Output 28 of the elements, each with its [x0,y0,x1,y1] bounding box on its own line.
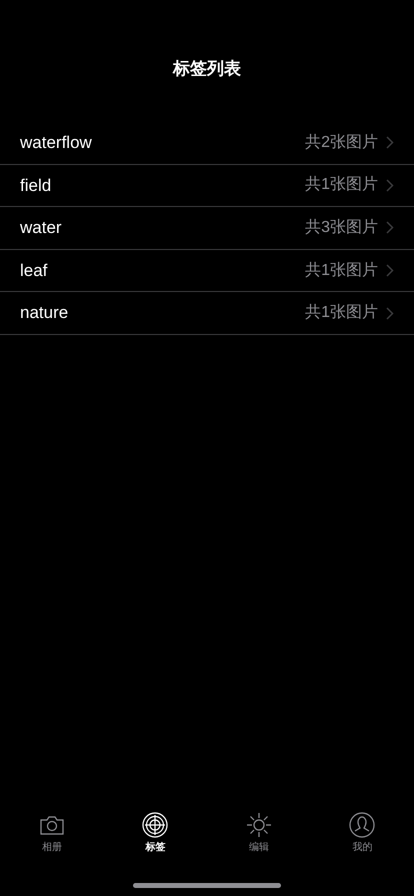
tag-row[interactable]: field 共1张图片 [0,164,414,208]
tag-name: waterflow [20,132,93,154]
tag-name: leaf [20,260,48,282]
tab-item[interactable]: 我的 [310,812,414,855]
chevron-icon [386,306,394,320]
image-count: 共1张图片 [305,174,378,196]
tag-row[interactable]: leaf 共1张图片 [0,250,414,292]
target-icon [142,812,168,838]
tab-item[interactable]: 相册 [0,812,104,855]
tag-row[interactable]: water 共3张图片 [0,207,414,250]
person-icon [349,812,376,838]
chevron-icon [386,178,394,192]
image-count: 共1张图片 [305,302,378,324]
tab-item[interactable]: 标签 [104,812,207,855]
image-count: 共2张图片 [305,132,378,153]
tag-name: nature [20,302,70,324]
image-count: 共1张图片 [305,260,378,281]
image-count: 共3张图片 [305,218,378,238]
chevron-icon [386,136,394,150]
tab-item[interactable]: 编辑 [207,812,310,855]
tag-name: field [20,174,52,197]
page-title: 标签列表 [173,58,241,80]
tag-row[interactable]: nature 共1张图片 [0,292,414,335]
chevron-icon [386,264,394,278]
sun-icon [246,812,272,838]
tag-row[interactable]: waterflow 共2张图片 [0,122,414,165]
tag-name: water [20,217,63,240]
chevron-icon [386,221,394,234]
